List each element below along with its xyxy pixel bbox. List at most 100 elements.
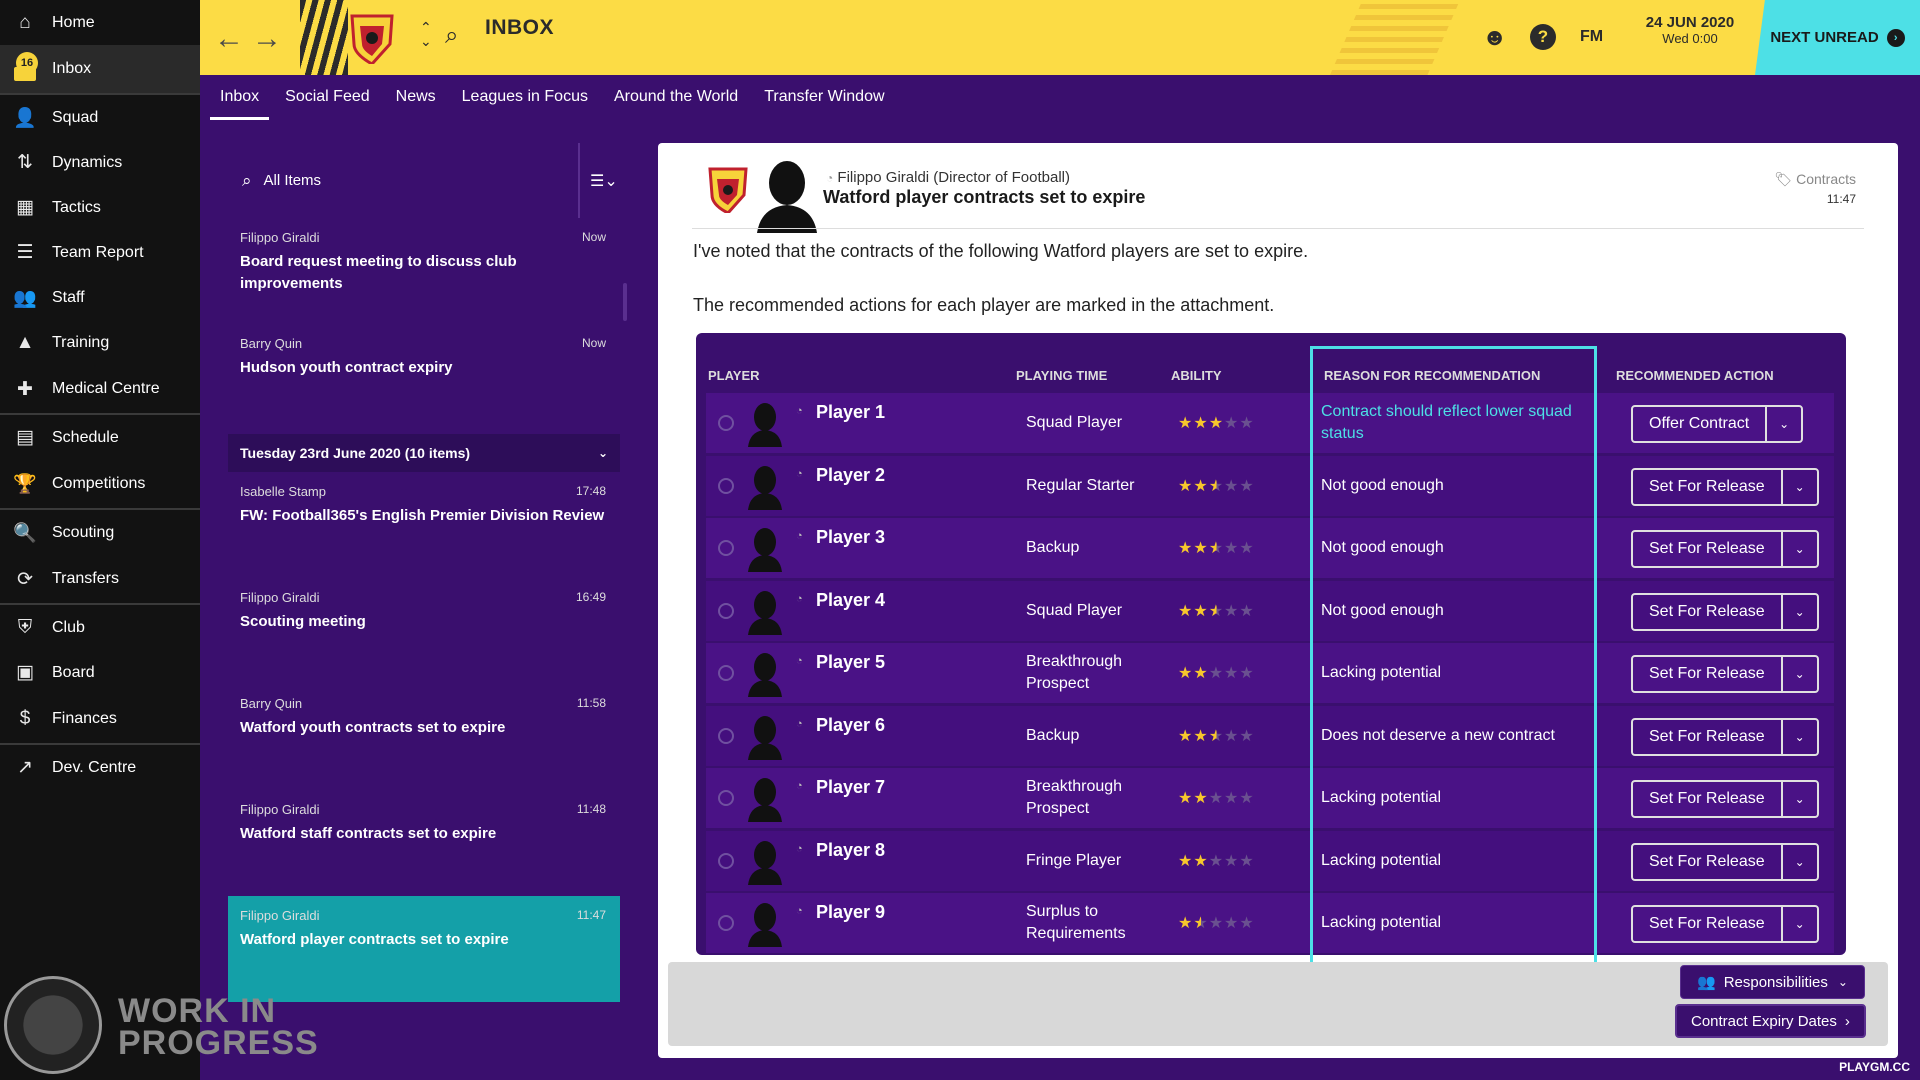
col-header-ability[interactable]: ABILITY (1171, 368, 1222, 383)
player-name[interactable]: Player 5 (816, 652, 885, 673)
row-checkbox[interactable] (718, 915, 734, 931)
chevron-down-icon[interactable]: ⌄ (1780, 782, 1817, 816)
club-crest-icon[interactable] (350, 10, 394, 64)
sidebar-item-finances[interactable]: $ Finances (0, 695, 200, 745)
sidebar-item-home[interactable]: ⌂ Home (0, 0, 200, 45)
table-row[interactable]: ◔ Player 8 Fringe Player ★★★★★ Lacking poten… (706, 830, 1834, 891)
message-list-item[interactable]: Filippo Giraldi 11:48 Watford staff contra… (228, 790, 620, 896)
col-header-action[interactable]: RECOMMENDED ACTION (1616, 368, 1774, 383)
chevron-down-icon[interactable]: ⌄ (1765, 407, 1801, 441)
sidebar-item-transfers[interactable]: ⟳ Transfers (0, 555, 200, 605)
player-name[interactable]: Player 6 (816, 715, 885, 736)
sidebar-item-staff[interactable]: 👥 Staff (0, 275, 200, 320)
recommended-action-dropdown[interactable]: Set For Release ⌄ (1631, 530, 1819, 568)
chevron-down-icon[interactable]: ⌄ (1780, 719, 1817, 754)
sidebar-item-tactics[interactable]: ▦ Tactics (0, 185, 200, 230)
chevron-down-icon[interactable]: ⌄ (1780, 844, 1817, 879)
list-options-icon[interactable]: ☰⌄ (590, 171, 618, 191)
chevron-down-icon[interactable]: ⌄ (1780, 657, 1817, 691)
row-checkbox[interactable] (718, 665, 734, 681)
star-icon: ★ (1178, 915, 1194, 932)
tab-transfer-window[interactable]: Transfer Window (754, 80, 894, 120)
sidebar-item-medical-centre[interactable]: ✚ Medical Centre (0, 365, 200, 415)
sidebar-item-competitions[interactable]: 🏆 Competitions (0, 460, 200, 510)
recommended-action-dropdown[interactable]: Set For Release ⌄ (1631, 717, 1819, 756)
sidebar-item-inbox[interactable]: 16 Inbox (0, 45, 200, 95)
list-scrollbar[interactable] (623, 283, 627, 321)
row-checkbox[interactable] (718, 477, 734, 494)
recommended-action-dropdown[interactable]: Set For Release ⌄ (1631, 842, 1819, 881)
recommended-action-dropdown[interactable]: Set For Release ⌄ (1631, 592, 1819, 631)
col-header-playing-time[interactable]: PLAYING TIME (1016, 368, 1107, 383)
player-name[interactable]: Player 7 (816, 777, 885, 798)
message-list-item[interactable]: Barry Quin 11:58 Watford youth contracts s… (228, 684, 620, 790)
sidebar-item-dev-centre[interactable]: ↗ Dev. Centre (0, 745, 200, 790)
club-switch-icon[interactable]: ⌃ ⌄ (420, 20, 432, 48)
table-row[interactable]: ◔ Player 9 Surplus to Requirements ★★★★★ Lac… (706, 893, 1834, 953)
tab-social-feed[interactable]: Social Feed (275, 80, 380, 120)
player-name[interactable]: Player 8 (816, 840, 885, 861)
message-list-item[interactable]: Filippo Giraldi 16:49 Scouting meeting (228, 578, 620, 684)
tab-around-the-world[interactable]: Around the World (604, 80, 748, 120)
player-name[interactable]: Player 1 (816, 402, 885, 423)
filter-label[interactable]: All Items (264, 172, 322, 189)
sidebar-item-training[interactable]: ▲ Training (0, 320, 200, 365)
responsibilities-button[interactable]: 👥 Responsibilities ⌄ (1680, 965, 1865, 999)
row-checkbox[interactable] (718, 727, 734, 744)
table-row[interactable]: ◔ Player 4 Squad Player ★★★★★ Not good enoug… (706, 580, 1834, 641)
row-checkbox[interactable] (718, 415, 734, 431)
chevron-down-icon[interactable]: ⌄ (1780, 594, 1817, 629)
search-icon[interactable]: ⌕ (445, 22, 458, 50)
sidebar-item-schedule[interactable]: ▤ Schedule (0, 415, 200, 460)
message-time: Now (581, 230, 606, 244)
table-row[interactable]: ◔ Player 5 Breakthrough Prospect ★★★★★ Lacki… (706, 643, 1834, 703)
row-checkbox[interactable] (718, 602, 734, 619)
back-arrow-icon[interactable]: ← (214, 22, 244, 56)
row-checkbox[interactable] (718, 540, 734, 556)
sidebar-item-squad[interactable]: 👤 Squad (0, 95, 200, 140)
sidebar-item-team-report[interactable]: ☰ Team Report (0, 230, 200, 275)
sender-name[interactable]: Filippo Giraldi (837, 169, 929, 186)
recommended-action-dropdown[interactable]: Set For Release ⌄ (1631, 655, 1819, 693)
row-checkbox[interactable] (718, 790, 734, 806)
sidebar-item-dynamics[interactable]: ⇅ Dynamics (0, 140, 200, 185)
feedback-icon[interactable]: ☻ (1482, 24, 1507, 52)
group-header[interactable]: Tuesday 23rd June 2020 (10 items) ⌄ (228, 434, 620, 472)
recommended-action-dropdown[interactable]: Set For Release ⌄ (1631, 905, 1819, 943)
player-name[interactable]: Player 9 (816, 902, 885, 923)
contract-expiry-dates-button[interactable]: Contract Expiry Dates › (1675, 1004, 1866, 1038)
col-header-player[interactable]: PLAYER (708, 368, 760, 383)
forward-arrow-icon[interactable]: → (252, 22, 282, 56)
recommended-action-dropdown[interactable]: Offer Contract ⌄ (1631, 405, 1804, 443)
next-unread-button[interactable]: NEXT UNREAD › (1755, 0, 1920, 75)
player-name[interactable]: Player 3 (816, 527, 885, 548)
sidebar-item-board[interactable]: ▣ Board (0, 650, 200, 695)
message-from: Filippo Giraldi (240, 802, 320, 817)
col-header-reason[interactable]: REASON FOR RECOMMENDATION (1324, 368, 1540, 383)
chevron-down-icon[interactable]: ⌄ (1780, 532, 1817, 566)
recommended-action-dropdown[interactable]: Set For Release ⌄ (1631, 467, 1819, 506)
table-row[interactable]: ◔ Player 2 Regular Starter ★★★★★ Not good en… (706, 455, 1834, 516)
recommended-action-dropdown[interactable]: Set For Release ⌄ (1631, 780, 1819, 818)
table-row[interactable]: ◔ Player 6 Backup ★★★★★ Does not deserve a n… (706, 705, 1834, 766)
tab-inbox[interactable]: Inbox (210, 80, 270, 120)
help-icon[interactable]: ? (1530, 24, 1556, 50)
table-row[interactable]: ◔ Player 7 Breakthrough Prospect ★★★★★ Lacki… (706, 768, 1834, 828)
message-list-item[interactable]: Filippo Giraldi Now Board request meeting … (228, 218, 620, 324)
message-list-item[interactable]: Isabelle Stamp 17:48 FW: Football365's Eng… (228, 472, 620, 578)
tab-leagues-in-focus[interactable]: Leagues in Focus (452, 80, 598, 120)
message-tag: 🏷 Contracts 11:47 (1774, 171, 1856, 206)
sidebar-item-scouting[interactable]: 🔍 Scouting (0, 510, 200, 555)
chevron-down-icon[interactable]: ⌄ (1780, 469, 1817, 504)
fm-menu-button[interactable]: FM (1580, 28, 1603, 46)
chevron-down-icon[interactable]: ⌄ (1780, 907, 1817, 941)
player-name[interactable]: Player 2 (816, 465, 885, 486)
table-row[interactable]: ◔ Player 1 Squad Player ★★★★★ Contract shoul… (706, 393, 1834, 453)
tab-news[interactable]: News (386, 80, 446, 120)
row-checkbox[interactable] (718, 852, 734, 869)
sidebar-item-club[interactable]: ⛨ Club (0, 605, 200, 650)
player-name[interactable]: Player 4 (816, 590, 885, 611)
message-list-item[interactable]: Barry Quin Now Hudson youth contract expir… (228, 324, 620, 430)
table-row[interactable]: ◔ Player 3 Backup ★★★★★ Not good enough Set F… (706, 518, 1834, 578)
search-icon[interactable]: ⌕ (242, 171, 252, 191)
